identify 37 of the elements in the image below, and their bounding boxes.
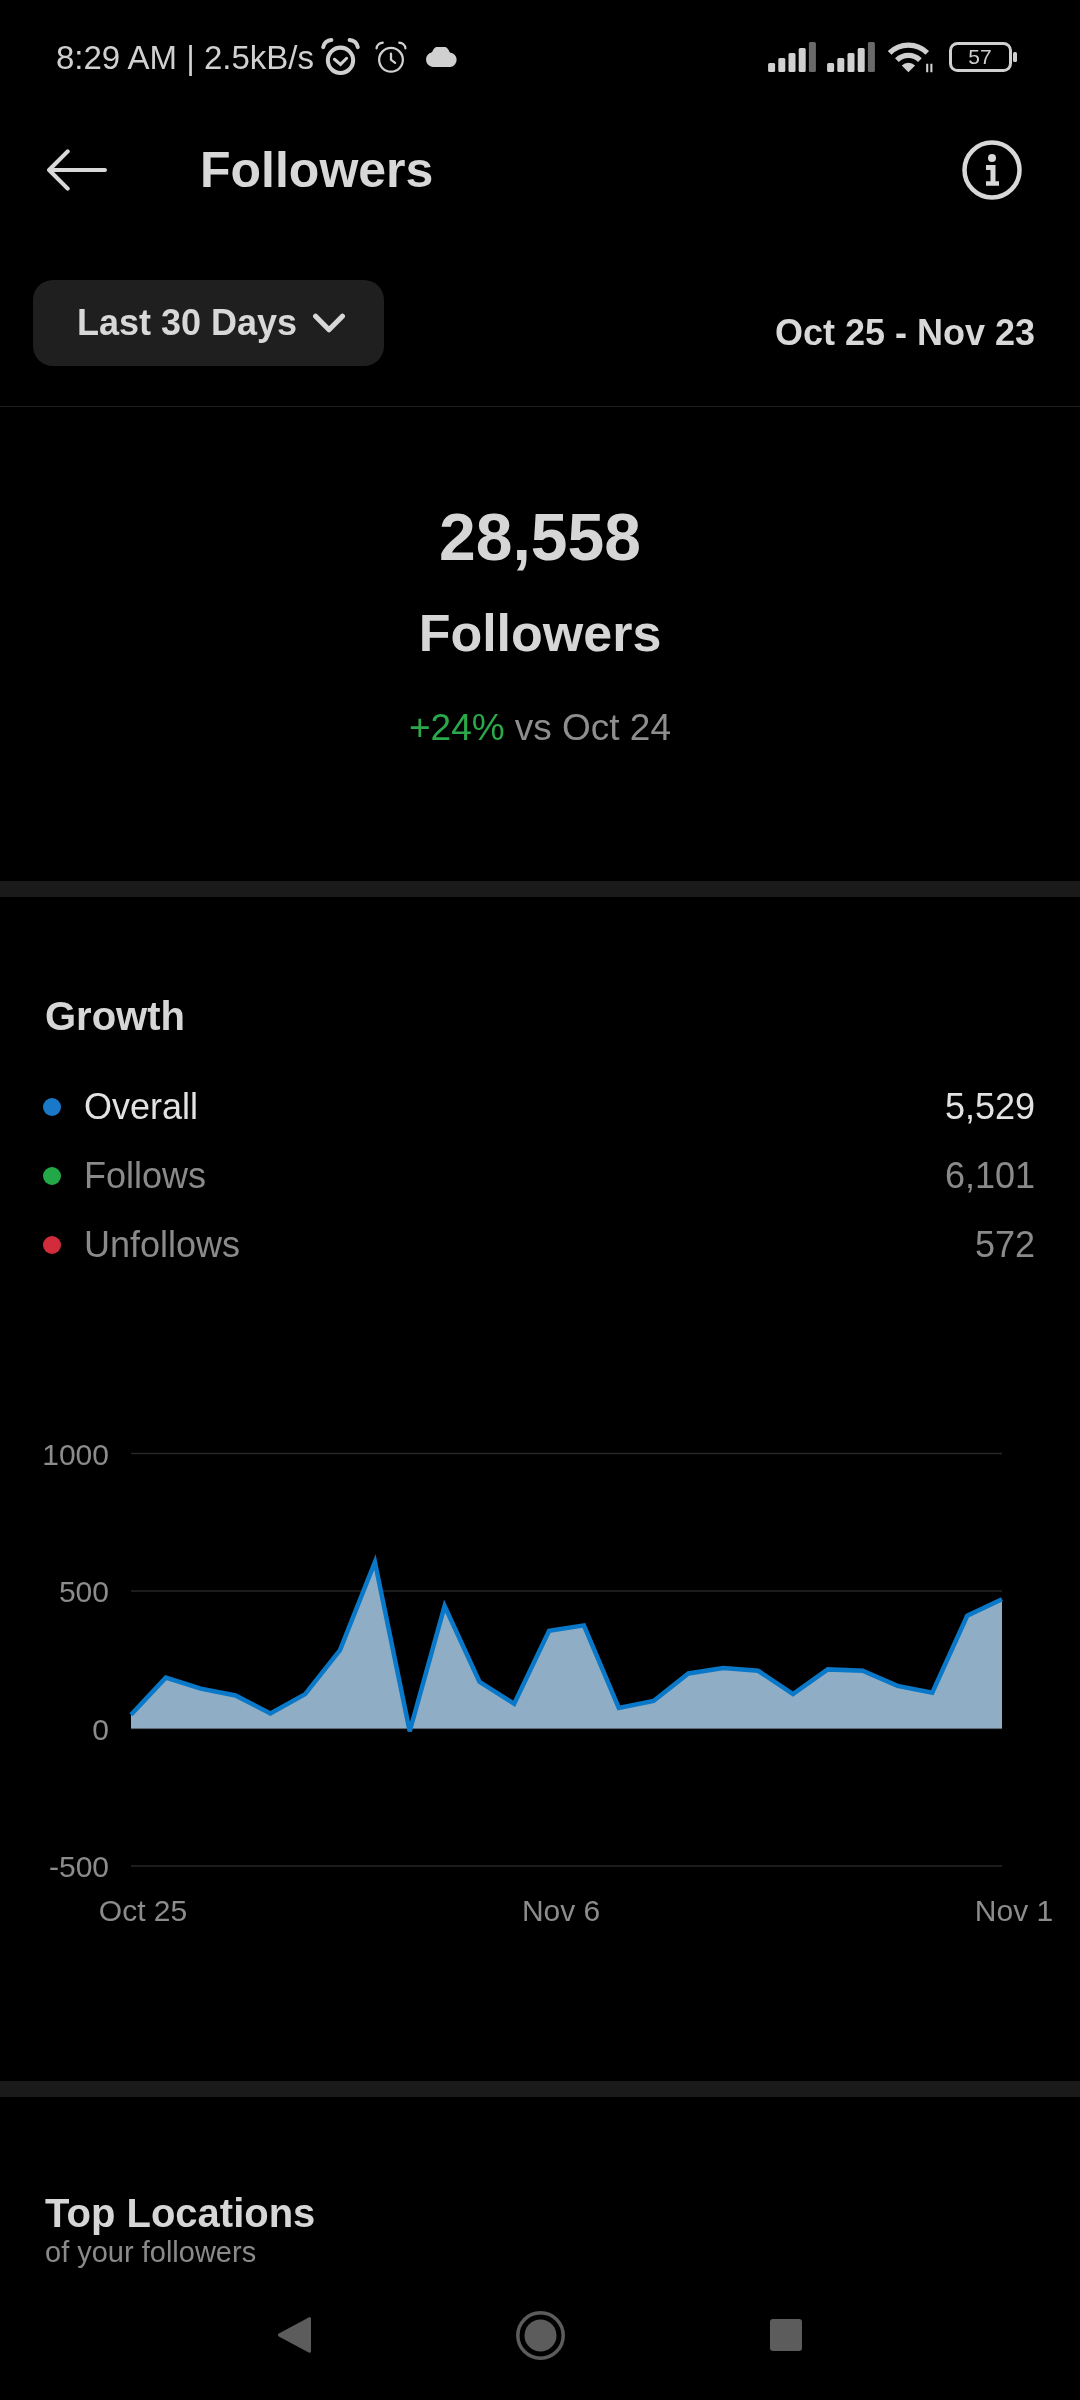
y-axis-label: 0 — [92, 1712, 109, 1746]
battery-icon — [949, 42, 1017, 72]
back-arrow-icon[interactable] — [47, 149, 107, 191]
date-range-dropdown[interactable]: Last 30 Days — [33, 280, 384, 366]
x-axis-label: Nov 1 — [974, 1894, 1054, 1927]
section-subtitle: of your followers — [45, 2237, 257, 2267]
legend-label[interactable]: Follows — [84, 1157, 207, 1194]
followers-label: Followers — [418, 607, 662, 659]
back-icon[interactable] — [278, 2317, 311, 2353]
alarm-clock-icon — [321, 38, 361, 76]
legend-value: 6,101 — [944, 1157, 1035, 1194]
status-text: 8:29 AM | 2.5kB/s — [56, 40, 315, 74]
comparison-text: vs Oct 24 — [514, 709, 671, 746]
battery-level-text: 57 — [967, 46, 993, 68]
legend-label[interactable]: Unfollows — [84, 1226, 241, 1263]
chevron-down-icon — [313, 313, 346, 333]
y-axis-label: -500 — [48, 1850, 109, 1883]
section-title: Growth — [45, 996, 186, 1036]
legend-value: 572 — [974, 1226, 1035, 1263]
signal-icon — [768, 42, 816, 72]
follower-count: 28,558 — [439, 504, 641, 570]
screen-title: Followers — [200, 145, 434, 195]
x-axis-label: Oct 25 — [98, 1894, 188, 1927]
change-percent: +24% — [409, 709, 505, 746]
y-axis-label: 500 — [58, 1575, 109, 1608]
section-title: Top Locations — [45, 2193, 317, 2233]
signal-icon — [827, 42, 875, 72]
cloud-icon — [425, 47, 459, 67]
home-icon[interactable] — [516, 2310, 565, 2360]
y-axis-label: 1000 — [42, 1437, 109, 1471]
alarm-clock-icon — [375, 41, 408, 73]
legend-value: 5,529 — [944, 1088, 1035, 1125]
wifi-icon — [887, 41, 934, 73]
legend-label[interactable]: Overall — [84, 1088, 199, 1125]
info-icon[interactable] — [962, 140, 1022, 200]
date-range-text: Oct 25 - Nov 23 — [774, 315, 1035, 351]
x-axis-label: Nov 6 — [521, 1894, 601, 1927]
